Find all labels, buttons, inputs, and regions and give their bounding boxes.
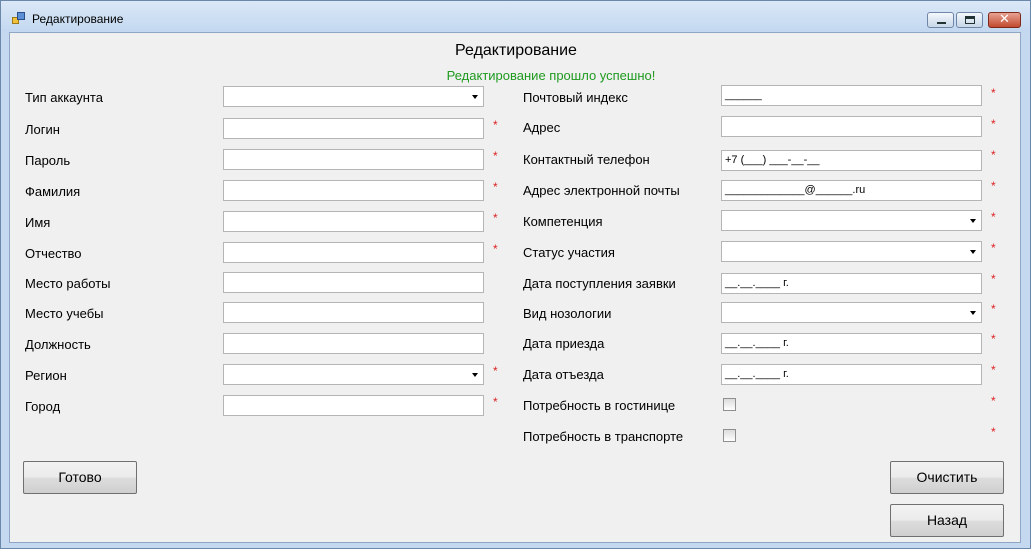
form-heading: Редактирование — [455, 42, 577, 59]
required-mark: * — [493, 242, 498, 256]
label-departure-date: Дата отъезда — [523, 367, 604, 382]
required-mark: * — [991, 179, 996, 193]
account-type-combo[interactable] — [223, 86, 484, 107]
email-input[interactable]: _____________@______.ru — [721, 180, 982, 201]
minimize-icon — [937, 22, 946, 24]
required-mark: * — [991, 210, 996, 224]
label-login: Логин — [25, 122, 60, 137]
label-password: Пароль — [25, 153, 71, 168]
required-mark: * — [991, 148, 996, 162]
chevron-down-icon — [970, 250, 976, 254]
status-message: Редактирование прошло успешно! — [446, 68, 656, 83]
required-mark: * — [991, 241, 996, 255]
city-input[interactable] — [223, 395, 484, 416]
label-transport-need: Потребность в транспорте — [523, 429, 684, 444]
required-mark: * — [493, 211, 498, 225]
label-competence: Компетенция — [523, 214, 603, 229]
label-region: Регион — [25, 368, 67, 383]
label-name: Имя — [25, 215, 51, 230]
arrival-date-input[interactable]: __.__.____ г. — [721, 333, 982, 354]
position-input[interactable] — [223, 333, 484, 354]
required-mark: * — [493, 149, 498, 163]
close-icon: ✕ — [999, 12, 1010, 27]
label-position: Должность — [25, 337, 91, 352]
required-mark: * — [493, 118, 498, 132]
app-icon — [12, 12, 26, 25]
label-postal-code: Почтовый индекс — [523, 90, 628, 105]
close-button[interactable]: ✕ — [988, 12, 1021, 28]
required-mark: * — [991, 363, 996, 377]
required-mark: * — [493, 364, 498, 378]
maximize-icon — [965, 16, 975, 24]
label-study-place: Место учебы — [25, 306, 104, 321]
label-phone: Контактный телефон — [523, 152, 650, 167]
departure-date-input[interactable]: __.__.____ г. — [721, 364, 982, 385]
back-button[interactable]: Назад — [890, 504, 1004, 537]
label-workplace: Место работы — [25, 276, 111, 291]
required-mark: * — [991, 425, 996, 439]
chevron-down-icon — [472, 373, 478, 377]
title-bar: Редактирование ✕ — [1, 1, 1030, 31]
required-mark: * — [493, 180, 498, 194]
label-participation-status: Статус участия — [523, 245, 615, 260]
form-client-area: Редактирование Редактирование прошло усп… — [9, 32, 1021, 543]
transport-need-checkbox[interactable] — [723, 429, 736, 442]
chevron-down-icon — [970, 219, 976, 223]
workplace-input[interactable] — [223, 272, 484, 293]
required-mark: * — [991, 117, 996, 131]
maximize-button[interactable] — [956, 12, 983, 28]
nosology-combo[interactable] — [721, 302, 982, 323]
label-address: Адрес — [523, 120, 561, 135]
login-input[interactable] — [223, 118, 484, 139]
window-title: Редактирование — [32, 12, 124, 26]
label-nosology: Вид нозологии — [523, 306, 612, 321]
password-input[interactable] — [223, 149, 484, 170]
label-patronymic: Отчество — [25, 246, 82, 261]
hotel-need-checkbox[interactable] — [723, 398, 736, 411]
label-hotel-need: Потребность в гостинице — [523, 398, 676, 413]
required-mark: * — [991, 272, 996, 286]
phone-input[interactable]: +7 (___) ___-__-__ — [721, 150, 982, 171]
required-mark: * — [493, 395, 498, 409]
required-mark: * — [991, 86, 996, 100]
required-mark: * — [991, 332, 996, 346]
application-date-input[interactable]: __.__.____ г. — [721, 273, 982, 294]
chevron-down-icon — [472, 95, 478, 99]
name-input[interactable] — [223, 211, 484, 232]
label-arrival-date: Дата приезда — [523, 336, 605, 351]
label-email: Адрес электронной почты — [523, 183, 680, 198]
edit-window: Редактирование ✕ Редактирование Редактир… — [0, 0, 1031, 549]
region-combo[interactable] — [223, 364, 484, 385]
competence-combo[interactable] — [721, 210, 982, 231]
address-input[interactable] — [721, 116, 982, 137]
required-mark: * — [991, 302, 996, 316]
required-mark: * — [991, 394, 996, 408]
clear-button[interactable]: Очистить — [890, 461, 1004, 494]
label-application-date: Дата поступления заявки — [523, 276, 676, 291]
label-surname: Фамилия — [25, 184, 81, 199]
study-place-input[interactable] — [223, 302, 484, 323]
participation-status-combo[interactable] — [721, 241, 982, 262]
done-button[interactable]: Готово — [23, 461, 137, 494]
surname-input[interactable] — [223, 180, 484, 201]
patronymic-input[interactable] — [223, 242, 484, 263]
minimize-button[interactable] — [927, 12, 954, 28]
label-city: Город — [25, 399, 61, 414]
chevron-down-icon — [970, 311, 976, 315]
postal-code-input[interactable]: ______ — [721, 85, 982, 106]
label-account-type: Тип аккаунта — [25, 90, 103, 105]
